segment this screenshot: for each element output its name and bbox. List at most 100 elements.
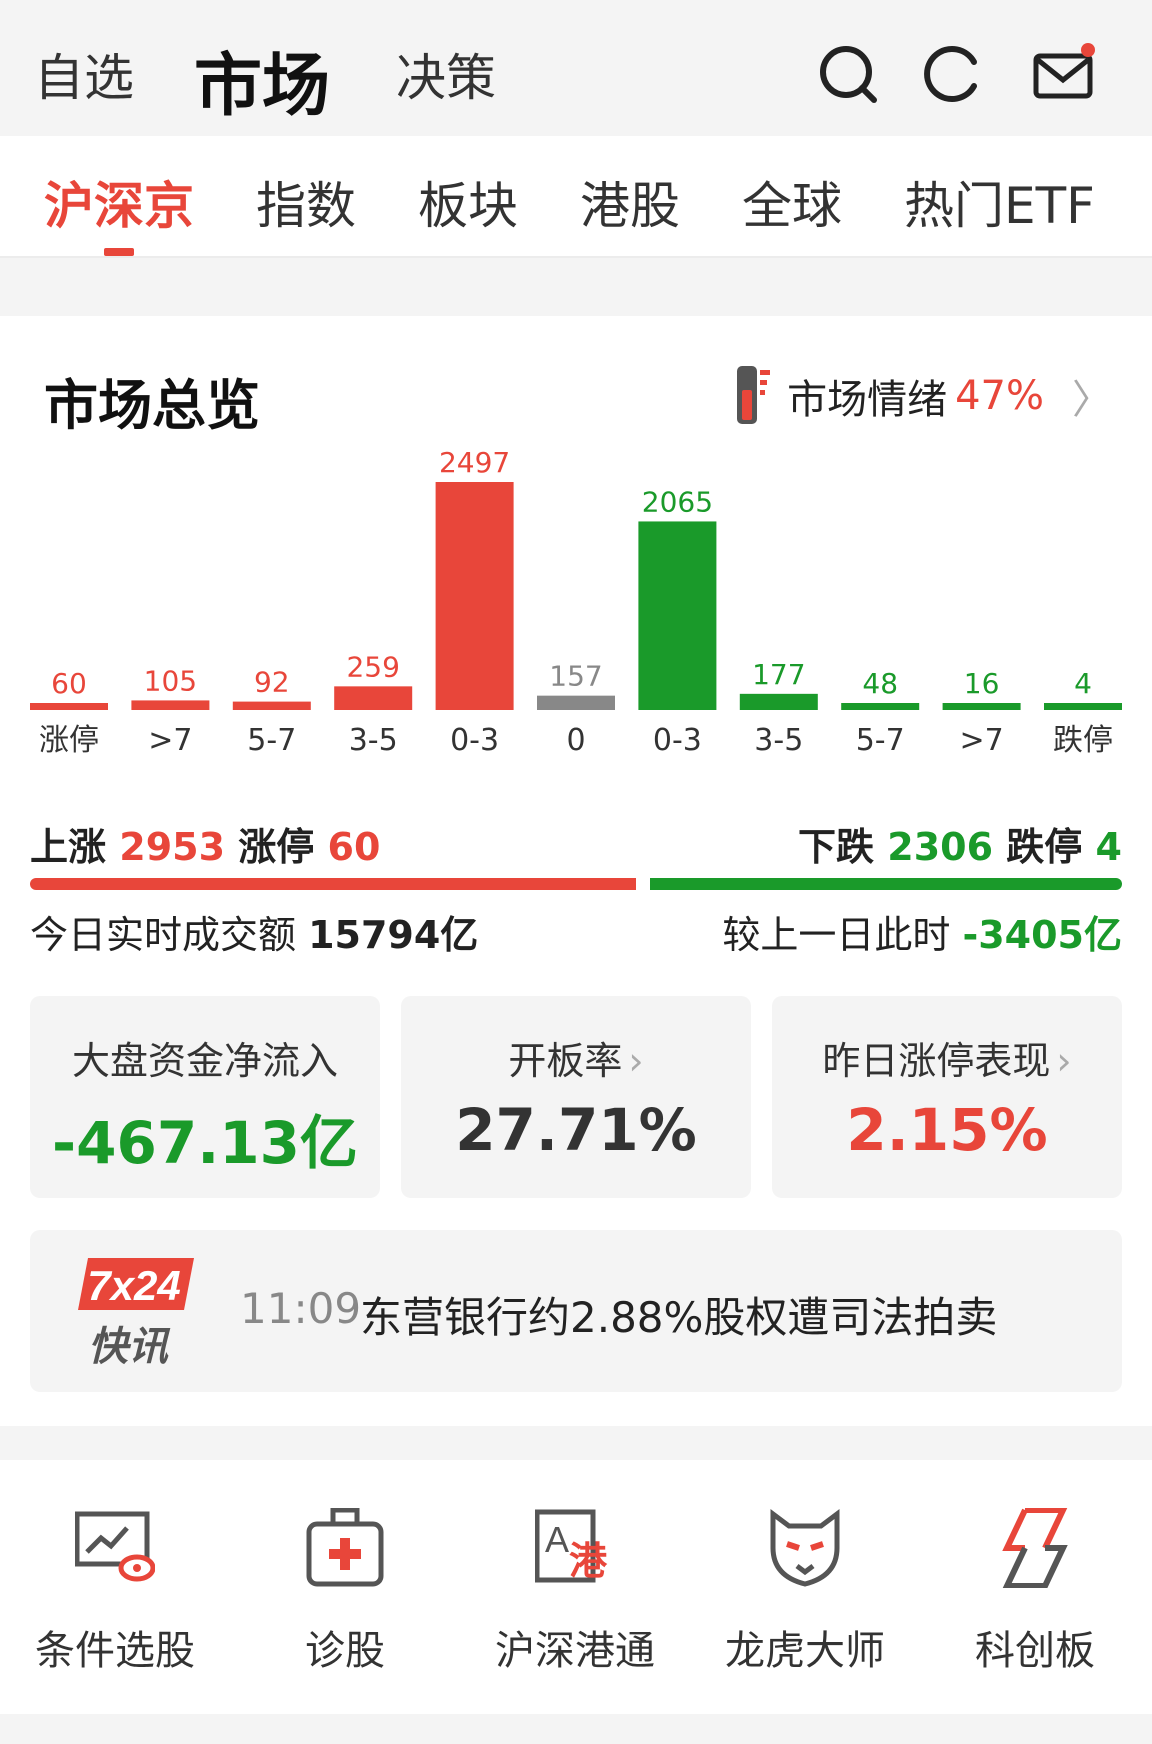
chart-bar bbox=[131, 700, 210, 710]
refresh-icon[interactable] bbox=[922, 42, 986, 106]
chart-category-label: 5-7 bbox=[856, 723, 905, 758]
tab-decision[interactable]: 决策 bbox=[396, 38, 496, 110]
active-tab-indicator bbox=[104, 248, 134, 256]
mail-icon[interactable] bbox=[1032, 42, 1096, 106]
down-label: 下跌 bbox=[798, 825, 875, 869]
stat-value: -467.13亿 bbox=[52, 1109, 358, 1177]
news-7x24-badge-icon: 7x24 快讯 bbox=[78, 1258, 194, 1368]
svg-text:A: A bbox=[545, 1519, 569, 1560]
chart-bar bbox=[739, 693, 818, 710]
star-market-icon bbox=[1002, 1508, 1068, 1588]
tool-label: 科创板 bbox=[975, 1628, 1095, 1674]
market-overview-card: 市场总览 市场情绪 47% 〉 60 涨停 105 >7 92 5-7 259 3-5 2497… bbox=[0, 316, 1152, 1426]
news-time: 11:09 bbox=[240, 1284, 362, 1333]
chart-value-label: 177 bbox=[752, 658, 805, 691]
tool-label: 龙虎大师 bbox=[725, 1628, 885, 1674]
thermometer-icon bbox=[737, 366, 771, 424]
chart-category-label: >7 bbox=[959, 723, 1003, 758]
tool-label: 沪深港通 bbox=[495, 1628, 655, 1674]
market-mood[interactable]: 市场情绪 47% 〉 bbox=[733, 366, 1112, 426]
notification-dot bbox=[1081, 43, 1095, 57]
sub-tabs: 沪深京 指数 板块 港股 全球 热门ETF bbox=[0, 136, 1152, 258]
tool-label: 诊股 bbox=[305, 1628, 385, 1674]
stat-label: 昨日涨停表现 bbox=[822, 1039, 1051, 1083]
tab-market[interactable]: 市场 bbox=[194, 30, 330, 129]
chart-category-label: 跌停 bbox=[1053, 723, 1113, 758]
card-title: 市场总览 bbox=[44, 374, 260, 437]
compare-label: 较上一日此时 bbox=[722, 913, 951, 957]
subtab-index[interactable]: 指数 bbox=[256, 166, 356, 238]
tool-dragon-tiger[interactable]: 龙虎大师 bbox=[705, 1508, 905, 1688]
leopard-icon bbox=[770, 1509, 840, 1587]
down-value: 2306 bbox=[887, 825, 994, 869]
tool-star-market[interactable]: 科创板 bbox=[935, 1508, 1135, 1688]
chart-bar bbox=[841, 703, 920, 710]
tool-diagnose[interactable]: 诊股 bbox=[245, 1508, 445, 1688]
top-nav: 自选 市场 决策 bbox=[0, 0, 1152, 136]
chart-bar bbox=[232, 701, 311, 710]
chart-category-label: 0-3 bbox=[653, 723, 702, 758]
distribution-chart: 60 涨停 105 >7 92 5-7 259 3-5 2497 0-3 157 0 2065 0-3 17… bbox=[30, 446, 1122, 758]
hk-connect-icon: A 港 bbox=[535, 1509, 608, 1583]
limit-up-label: 涨停 bbox=[238, 825, 315, 869]
limit-down-value: 4 bbox=[1095, 825, 1122, 869]
chart-category-label: 3-5 bbox=[349, 723, 398, 758]
search-icon[interactable] bbox=[816, 42, 880, 106]
chart-bar bbox=[638, 521, 717, 710]
badge-top-text: 7x24 bbox=[87, 1262, 180, 1309]
up-value: 2953 bbox=[119, 825, 226, 869]
subtab-global[interactable]: 全球 bbox=[742, 166, 842, 238]
limit-down-label: 跌停 bbox=[1006, 825, 1083, 869]
chart-value-label: 157 bbox=[549, 660, 602, 693]
down-ratio-fill bbox=[650, 878, 1122, 890]
compare-value: -3405亿 bbox=[962, 913, 1122, 957]
chart-category-label: 5-7 bbox=[247, 723, 296, 758]
turnover-row: 今日实时成交额 15794亿 较上一日此时 -3405亿 bbox=[30, 904, 1122, 958]
chart-value-label: 259 bbox=[346, 650, 399, 683]
stat-label: 开板率 bbox=[508, 1039, 623, 1083]
chart-category-label: 涨停 bbox=[39, 723, 99, 758]
subtab-hushenjing[interactable]: 沪深京 bbox=[44, 166, 194, 238]
tool-label: 条件选股 bbox=[35, 1628, 195, 1674]
subtab-hot-etf[interactable]: 热门ETF bbox=[904, 166, 1095, 238]
chart-category-label: 3-5 bbox=[754, 723, 803, 758]
up-ratio-fill bbox=[30, 878, 637, 890]
stat-yesterday-limit-up[interactable]: 昨日涨停表现 › 2.15% bbox=[772, 996, 1122, 1198]
limit-up-value: 60 bbox=[327, 825, 381, 869]
chart-value-label: 2497 bbox=[439, 446, 510, 479]
chart-category-label: 0-3 bbox=[450, 723, 499, 758]
tool-stock-screener[interactable]: 条件选股 bbox=[15, 1508, 215, 1688]
chart-value-label: 105 bbox=[144, 664, 197, 697]
stat-value: 2.15% bbox=[846, 1096, 1048, 1164]
chart-category-label: >7 bbox=[148, 723, 192, 758]
stat-label: 大盘资金净流入 bbox=[71, 1039, 338, 1083]
chart-value-label: 92 bbox=[254, 666, 290, 699]
tool-hk-connect[interactable]: A 港 沪深港通 bbox=[475, 1508, 675, 1688]
chart-bar bbox=[435, 482, 514, 710]
up-down-ratio-bar bbox=[30, 878, 1122, 890]
chart-value-label: 2065 bbox=[642, 485, 713, 518]
up-label: 上涨 bbox=[30, 825, 107, 869]
rise-fall-summary: 上涨 2953 涨停 60 下跌 2306 跌停 4 bbox=[30, 816, 1122, 870]
turnover-value: 15794亿 bbox=[308, 913, 479, 957]
mood-value: 47% bbox=[955, 373, 1044, 419]
news-flash[interactable]: 7x24 快讯 11:09 东营银行约2.88%股权遭司法拍卖 bbox=[30, 1230, 1122, 1392]
turnover-label: 今日实时成交额 bbox=[30, 913, 297, 957]
chart-value-label: 16 bbox=[964, 667, 1000, 700]
chevron-right-icon: › bbox=[628, 1039, 644, 1083]
chart-bar bbox=[1044, 703, 1122, 710]
subtab-hk-stocks[interactable]: 港股 bbox=[580, 166, 680, 238]
stat-net-inflow[interactable]: 大盘资金净流入 -467.13亿 bbox=[30, 996, 380, 1198]
svg-text:港: 港 bbox=[569, 1539, 608, 1583]
chevron-right-icon: › bbox=[1056, 1039, 1072, 1083]
tab-watchlist[interactable]: 自选 bbox=[34, 38, 134, 110]
badge-bottom-text: 快讯 bbox=[88, 1324, 171, 1368]
stat-value: 27.71% bbox=[455, 1096, 697, 1164]
news-text: 东营银行约2.88%股权遭司法拍卖 bbox=[360, 1293, 998, 1342]
chart-bar bbox=[537, 695, 615, 710]
stat-open-board-rate[interactable]: 开板率 › 27.71% bbox=[401, 996, 751, 1198]
chart-category-label: 0 bbox=[566, 723, 585, 758]
subtab-sector[interactable]: 板块 bbox=[418, 166, 518, 238]
chevron-right-icon: 〉 bbox=[1072, 377, 1112, 423]
chart-value-label: 48 bbox=[862, 667, 898, 700]
